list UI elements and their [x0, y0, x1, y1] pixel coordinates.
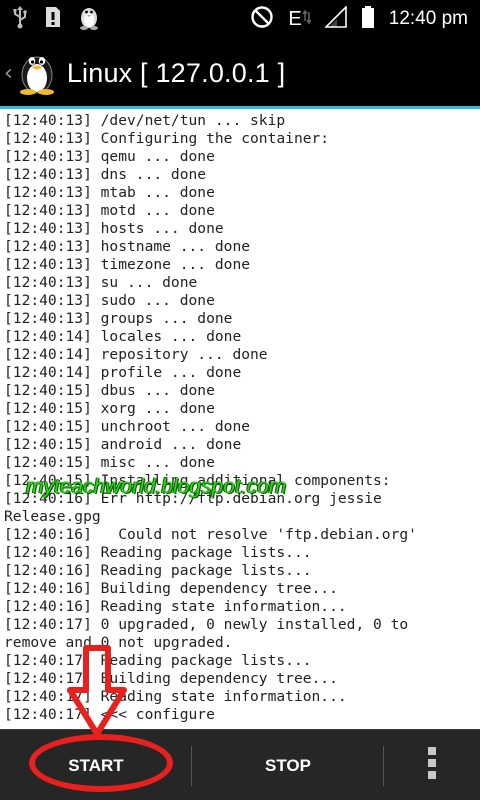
log-line: [12:40:13] timezone ... done — [4, 256, 251, 273]
log-line: [12:40:13] motd ... done — [4, 202, 215, 219]
signal-icon — [323, 5, 347, 32]
log-line: [12:40:13] Configuring the container: — [4, 130, 330, 147]
log-scroll-area[interactable]: [12:40:13] /dev/net/tun ... skip [12:40:1… — [4, 112, 476, 729]
log-line: [12:40:13] hosts ... done — [4, 220, 224, 237]
page-title: Linux [ 127.0.0.1 ] — [66, 57, 286, 88]
status-bar: E 12:40 pm — [0, 0, 480, 38]
log-line: [12:40:15] misc ... done — [4, 454, 215, 471]
status-clock: 12:40 pm — [388, 8, 468, 29]
linux-penguin-icon — [78, 4, 100, 34]
log-line: [12:40:13] /dev/net/tun ... skip — [4, 112, 286, 129]
log-line: [12:40:13] mtab ... done — [4, 184, 215, 201]
button-divider — [191, 746, 192, 786]
log-line: [12:40:15] xorg ... done — [4, 400, 215, 417]
action-bar[interactable]: ‹ Linux [ 127.0.0.1 ] — [0, 38, 480, 108]
log-line: [12:40:16] Reading package lists... — [4, 544, 312, 561]
log-line: [12:40:16] Reading package lists... — [4, 562, 312, 579]
log-line: Release.gpg — [4, 508, 101, 525]
log-line: [12:40:13] dns ... done — [4, 166, 207, 183]
up-navigation-icon[interactable]: ‹ — [4, 61, 13, 86]
do-not-disturb-icon — [250, 5, 274, 33]
annotation-highlight-ellipse — [29, 734, 173, 792]
system-icons: E 12:40 pm — [250, 5, 468, 33]
log-line: [12:40:13] sudo ... done — [4, 292, 215, 309]
stop-button[interactable]: STOP — [193, 730, 383, 800]
overflow-menu-button[interactable] — [384, 730, 480, 800]
log-line: [12:40:13] su ... done — [4, 274, 198, 291]
log-line: [12:40:13] hostname ... done — [4, 238, 251, 255]
terminal-log[interactable]: [12:40:13] /dev/net/tun ... skip [12:40:1… — [0, 109, 480, 729]
network-e-icon: E — [288, 7, 311, 31]
log-line: [12:40:13] groups ... done — [4, 310, 233, 327]
log-line: [12:40:17] 0 upgraded, 0 newly installed… — [4, 616, 409, 633]
log-line: [12:40:15] unchroot ... done — [4, 418, 251, 435]
overflow-menu-icon — [428, 747, 436, 784]
log-line: [12:40:15] android ... done — [4, 436, 242, 453]
log-line: [12:40:14] repository ... done — [4, 346, 268, 363]
battery-icon — [361, 5, 375, 33]
log-line: [12:40:14] locales ... done — [4, 328, 242, 345]
log-line: [12:40:16] Building dependency tree... — [4, 580, 338, 597]
network-type-label: E — [288, 7, 302, 30]
usb-icon — [12, 5, 28, 33]
linux-app-icon[interactable] — [17, 47, 57, 99]
log-line: [12:40:15] dbus ... done — [4, 382, 215, 399]
notification-icons — [12, 4, 100, 34]
log-line: [12:40:13] qemu ... done — [4, 148, 215, 165]
annotation-arrow-icon — [66, 644, 128, 742]
log-line: [12:40:16] Could not resolve 'ftp.debian… — [4, 526, 417, 543]
sd-card-icon — [44, 5, 62, 33]
log-line: [12:40:16] Reading state information... — [4, 598, 347, 615]
log-line: [12:40:14] profile ... done — [4, 364, 242, 381]
watermark-text: myteachworld.blogspot.com — [26, 475, 287, 498]
